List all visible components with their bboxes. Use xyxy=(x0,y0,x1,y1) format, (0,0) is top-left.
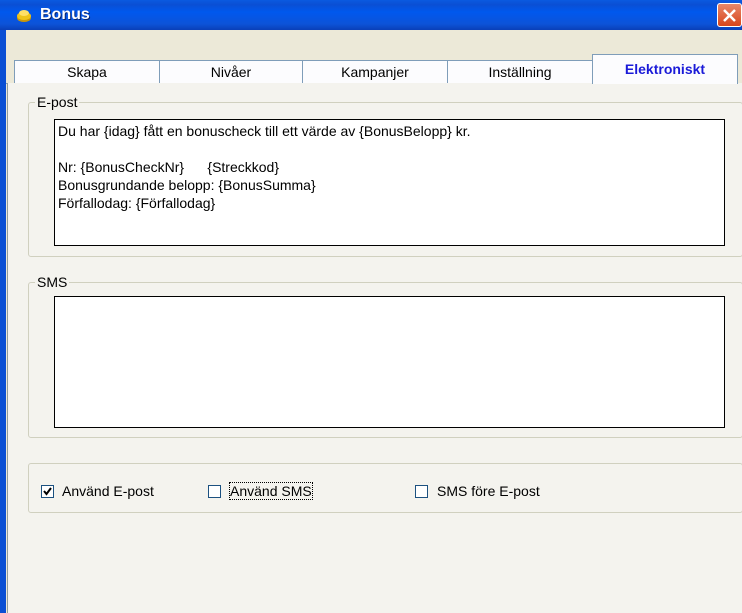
checkmark-icon xyxy=(43,487,52,496)
use-email-label[interactable]: Använd E-post xyxy=(62,483,154,499)
tab-elektroniskt[interactable]: Elektroniskt xyxy=(592,54,738,84)
tab-label: Kampanjer xyxy=(341,64,409,80)
sms-before-email-label[interactable]: SMS före E-post xyxy=(437,483,540,499)
tab-nivaer[interactable]: Nivåer xyxy=(159,60,303,83)
coins-icon xyxy=(17,10,31,22)
close-icon xyxy=(723,9,736,22)
bonus-window: Bonus Skapa Nivåer Kampanjer Inställning… xyxy=(0,0,742,613)
close-button[interactable] xyxy=(717,3,742,27)
sms-body-textarea[interactable] xyxy=(54,296,725,428)
window-border xyxy=(0,30,6,613)
tab-label: Nivåer xyxy=(210,64,252,80)
tab-label: Inställning xyxy=(488,64,552,80)
email-body-textarea[interactable]: Du har {idag} fått en bonuscheck till et… xyxy=(54,119,725,246)
sms-group-label: SMS xyxy=(35,274,70,290)
tab-kampanjer[interactable]: Kampanjer xyxy=(302,60,448,83)
tab-installning[interactable]: Inställning xyxy=(447,60,593,83)
window-title: Bonus xyxy=(40,6,90,23)
email-group-label: E-post xyxy=(35,94,80,110)
tab-label: Skapa xyxy=(67,64,107,80)
title-bar[interactable]: Bonus xyxy=(0,0,742,30)
sms-before-email-checkbox[interactable] xyxy=(415,485,428,498)
tab-label: Elektroniskt xyxy=(624,61,706,77)
use-email-checkbox[interactable] xyxy=(41,485,54,498)
use-sms-label[interactable]: Använd SMS xyxy=(229,482,313,500)
tab-skapa[interactable]: Skapa xyxy=(14,60,160,83)
tab-panel: E-post Du har {idag} fått en bonuscheck … xyxy=(7,83,742,613)
use-sms-checkbox[interactable] xyxy=(208,485,221,498)
